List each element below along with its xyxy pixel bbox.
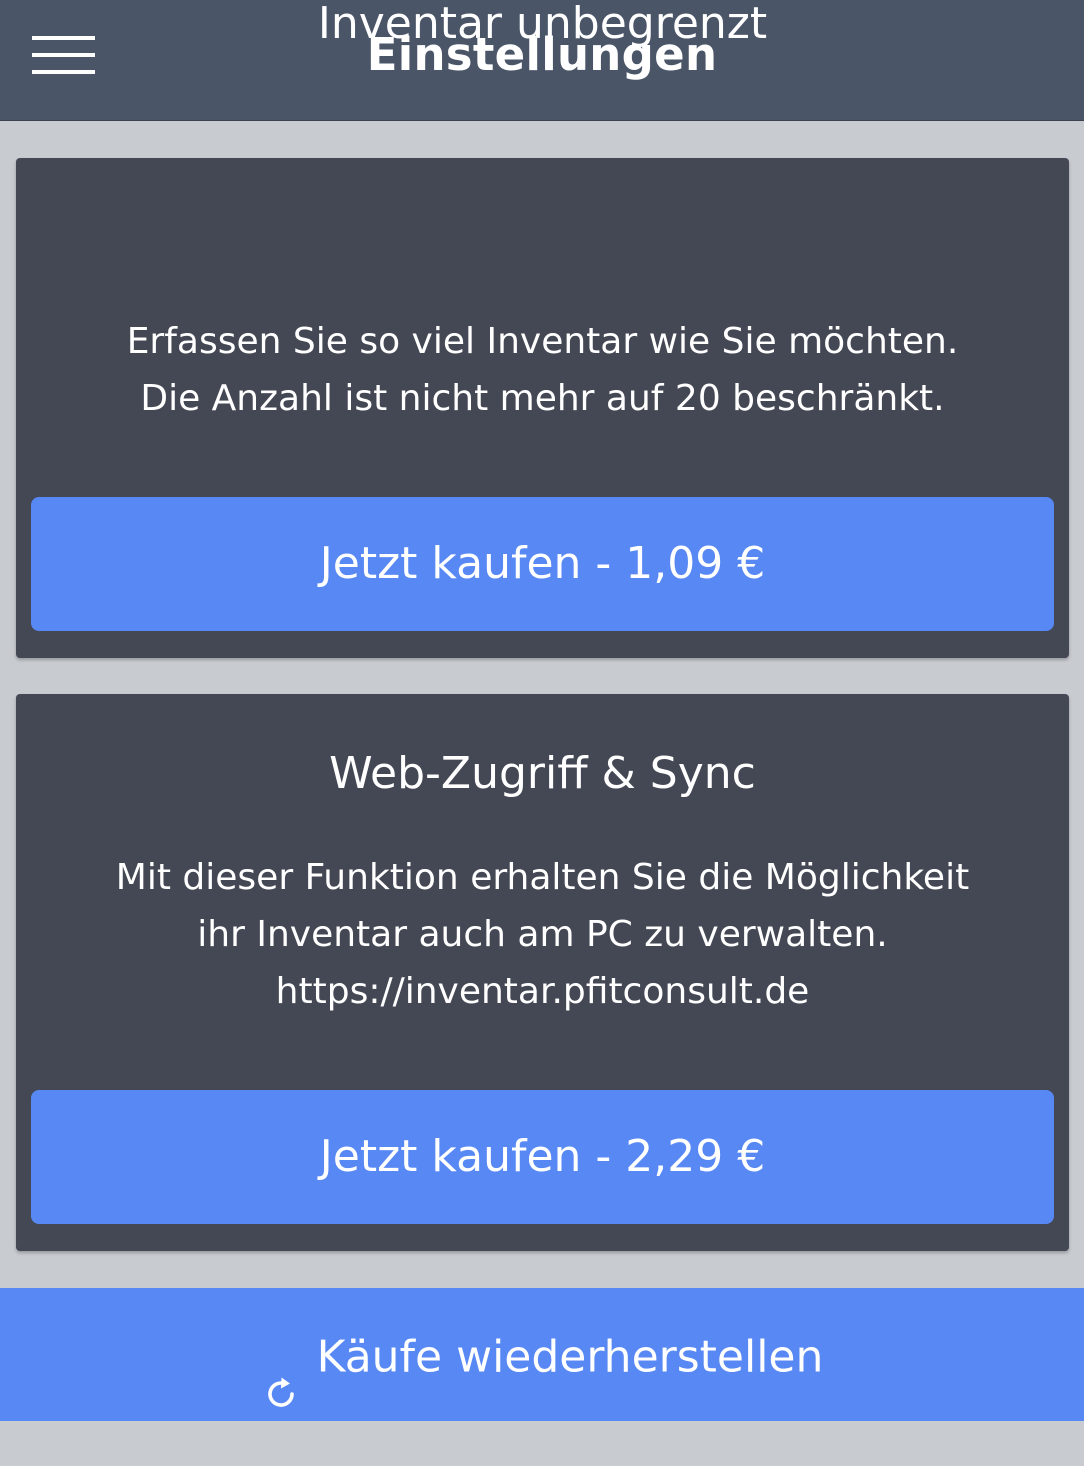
- restore-purchases-button[interactable]: Käufe wiederherstellen: [0, 1288, 1084, 1421]
- product-title: Inventar unbegrenzt: [317, 0, 768, 49]
- product-title: Web-Zugriff & Sync: [329, 748, 756, 799]
- product-description: Mit dieser Funktion erhalten Sie die Mög…: [16, 849, 1069, 1020]
- product-description-line: https://inventar.pfitconsult.de: [275, 971, 810, 1012]
- product-description-line: Die Anzahl ist nicht mehr auf 20 beschrä…: [140, 378, 945, 419]
- buy-button-web-zugriff-sync[interactable]: Jetzt kaufen - 2,29 €: [31, 1090, 1054, 1224]
- refresh-icon: [261, 1333, 301, 1407]
- buy-button-inventar-unbegrenzt[interactable]: Jetzt kaufen - 1,09 €: [31, 497, 1054, 631]
- product-description: Erfassen Sie so viel Inventar wie Sie mö…: [16, 313, 1069, 427]
- restore-purchases-label: Käufe wiederherstellen: [316, 1331, 824, 1383]
- product-description-line: Mit dieser Funktion erhalten Sie die Mög…: [115, 857, 970, 898]
- product-card-web-zugriff-sync: Web-Zugriff & Sync Mit dieser Funktion e…: [16, 694, 1069, 1251]
- product-card-inventar-unbegrenzt: Inventar unbegrenzt Erfassen Sie so viel…: [16, 0, 1069, 658]
- product-description-line: ihr Inventar auch am PC zu verwalten.: [197, 914, 888, 955]
- product-description-line: Erfassen Sie so viel Inventar wie Sie mö…: [126, 321, 959, 362]
